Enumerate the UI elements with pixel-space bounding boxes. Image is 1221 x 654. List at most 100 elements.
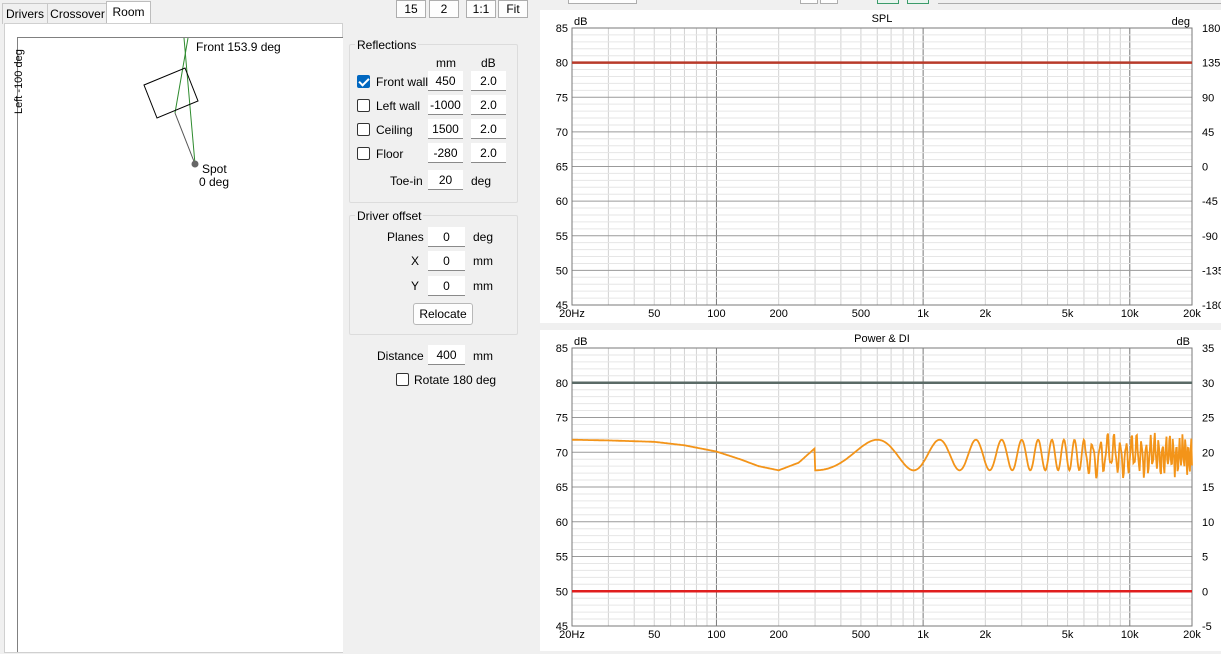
- y2-tick-label: -5: [1202, 621, 1212, 633]
- hidden-toggle-1[interactable]: [877, 0, 899, 4]
- front-wall-checkbox[interactable]: [357, 75, 370, 88]
- room-view[interactable]: Front 153.9 deg Left -100 deg Spot 0 deg: [13, 37, 343, 652]
- x-tick-label: 5k: [1062, 629, 1074, 641]
- y-tick-label: 50: [556, 586, 568, 598]
- y-tick-label: 55: [556, 552, 568, 564]
- distance-unit: mm: [473, 349, 493, 363]
- x-unit: mm: [473, 254, 493, 268]
- left-wall-label: Left wall: [376, 99, 421, 113]
- zoom-15-button[interactable]: 15: [396, 0, 426, 18]
- y2-tick-label: 25: [1202, 413, 1214, 425]
- driver-offset-title: Driver offset: [355, 209, 424, 223]
- y2-tick-label: 135: [1202, 58, 1220, 70]
- x-tick-label: 20Hz: [559, 308, 585, 320]
- hidden-field[interactable]: [938, 0, 1221, 4]
- y-unit: mm: [473, 279, 493, 293]
- x-tick-label: 1k: [917, 629, 929, 641]
- toe-in-unit: deg: [471, 174, 492, 188]
- y-tick-label: 85: [556, 23, 568, 35]
- rotate-180-checkbox[interactable]: [396, 373, 409, 386]
- toe-in-field[interactable]: 20: [428, 170, 463, 190]
- y2-tick-label: -45: [1202, 196, 1218, 208]
- db-column-header: dB: [481, 56, 496, 70]
- x-tick-label: 50: [648, 629, 660, 641]
- spot-angle-label: 0 deg: [199, 175, 230, 189]
- y-label: Y: [411, 279, 420, 293]
- chart-title: Power & DI: [854, 333, 910, 345]
- x-tick-label: 10k: [1121, 308, 1139, 320]
- x-tick-label: 20Hz: [559, 629, 585, 641]
- y-tick-label: 75: [556, 413, 568, 425]
- tab-crossover[interactable]: Crossover: [47, 3, 108, 24]
- planes-unit: deg: [473, 230, 494, 244]
- y-tick-label: 85: [556, 343, 568, 355]
- room-tab-page: Front 153.9 deg Left -100 deg Spot 0 deg: [4, 23, 343, 653]
- y2-tick-label: 30: [1202, 378, 1214, 390]
- x-offset-field[interactable]: 0: [428, 251, 465, 271]
- x-tick-label: 2k: [980, 629, 992, 641]
- ceiling-db-field[interactable]: 2.0: [471, 119, 506, 139]
- x-tick-label: 20k: [1183, 629, 1201, 641]
- zoom-2-button[interactable]: 2: [429, 0, 459, 18]
- ceiling-checkbox[interactable]: [357, 123, 370, 136]
- floor-checkbox[interactable]: [357, 147, 370, 160]
- reflections-title: Reflections: [355, 38, 419, 52]
- mm-column-header: mm: [436, 56, 456, 70]
- y-tick-label: 60: [556, 196, 568, 208]
- left-wall-db-field[interactable]: 2.0: [471, 95, 506, 115]
- x-tick-label: 20k: [1183, 308, 1201, 320]
- x-tick-label: 100: [707, 308, 725, 320]
- x-label: X: [411, 254, 420, 268]
- spot-marker: [191, 160, 199, 168]
- front-direction-line: [183, 38, 196, 165]
- y-axis-label-left: dB: [574, 336, 587, 348]
- floor-db-field[interactable]: 2.0: [471, 143, 506, 163]
- power-di-chart-panel[interactable]: Power & DI dB dB 85 80 75 70 65 60 55 50 45 35 30 25 20…: [540, 330, 1221, 651]
- x-tick-label: 50: [648, 308, 660, 320]
- tab-room[interactable]: Room: [106, 1, 151, 25]
- spl-chart: SPLdB deg85807570656055504518013590450-45…: [556, 13, 1221, 320]
- y2-tick-label: -90: [1202, 231, 1218, 243]
- floor-mm-field[interactable]: -280: [428, 143, 463, 163]
- hidden-control-1[interactable]: [568, 0, 637, 4]
- x-tick-label: 200: [769, 629, 787, 641]
- rotate-180-label: Rotate 180 deg: [414, 373, 497, 387]
- x-tick-label: 1k: [917, 308, 929, 320]
- fit-button[interactable]: Fit: [498, 0, 528, 18]
- left-label: Left -100 deg: [13, 49, 25, 114]
- front-wall-db-field[interactable]: 2.0: [471, 71, 506, 91]
- y2-tick-label: 90: [1202, 92, 1214, 104]
- zoom-1to1-button[interactable]: 1:1: [466, 0, 496, 18]
- y-axis-label-right: dB: [1177, 336, 1190, 348]
- y-offset-field[interactable]: 0: [428, 276, 465, 296]
- planes-label: Planes: [387, 230, 424, 244]
- relocate-button[interactable]: Relocate: [413, 303, 473, 325]
- y2-tick-label: 5: [1202, 552, 1208, 564]
- y2-tick-label: 180: [1202, 23, 1220, 35]
- spl-chart-panel[interactable]: SPL dB deg 85 80 75 70 65 60 55 50 45 180 135 90 45 0 -45…: [540, 10, 1221, 323]
- x-tick-label: 2k: [980, 308, 992, 320]
- tab-drivers[interactable]: Drivers: [2, 3, 48, 24]
- left-wall-checkbox[interactable]: [357, 99, 370, 112]
- y-axis-label-right: deg: [1172, 16, 1190, 28]
- reflection-line: [174, 112, 196, 165]
- front-label: Front 153.9 deg: [196, 40, 281, 54]
- left-wall-mm-field[interactable]: -1000: [428, 95, 463, 115]
- y2-tick-label: 10: [1202, 517, 1214, 529]
- y-tick-label: 75: [556, 92, 568, 104]
- y2-tick-label: -135: [1202, 265, 1221, 277]
- distance-field[interactable]: 400: [428, 345, 465, 365]
- ceiling-label: Ceiling: [376, 123, 413, 137]
- y-tick-label: 65: [556, 162, 568, 174]
- hidden-control-3[interactable]: [820, 0, 838, 4]
- planes-field[interactable]: 0: [428, 227, 465, 247]
- front-wall-mm-field[interactable]: 450: [428, 71, 463, 91]
- y2-tick-label: 35: [1202, 343, 1214, 355]
- response-curve: [571, 432, 1193, 479]
- hidden-control-2[interactable]: [800, 0, 818, 4]
- x-tick-label: 5k: [1062, 308, 1074, 320]
- room-diagram: [143, 38, 199, 168]
- y-tick-label: 60: [556, 517, 568, 529]
- ceiling-mm-field[interactable]: 1500: [428, 119, 463, 139]
- hidden-toggle-2[interactable]: [907, 0, 929, 4]
